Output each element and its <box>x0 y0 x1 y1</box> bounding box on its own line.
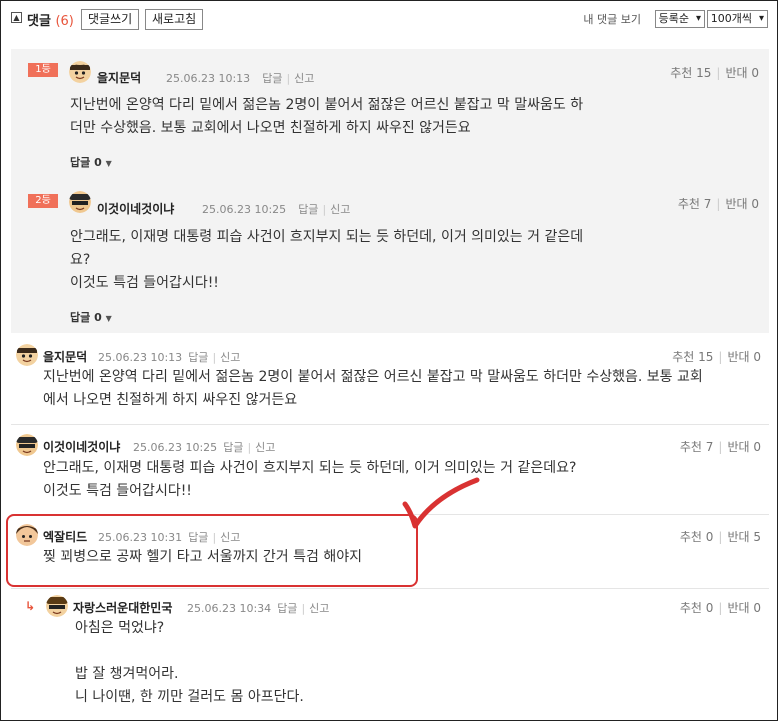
upvote-button[interactable]: 추천 7 <box>680 440 714 454</box>
avatar <box>46 595 68 617</box>
comment-datetime: 25.06.23 10:13 <box>166 72 251 85</box>
downvote-button[interactable]: 반대 5 <box>727 530 761 544</box>
report-link[interactable]: 신고 <box>294 72 314 85</box>
comment-datetime: 25.06.23 10:34 <box>187 602 272 615</box>
reply-link[interactable]: 답글 <box>298 203 318 216</box>
downvote-button[interactable]: 반대 0 <box>725 66 759 80</box>
my-comments-link[interactable]: 내 댓글 보기 <box>583 11 641 27</box>
comment-body: 지난번에 온양역 다리 밑에서 젊은놈 2명이 붙어서 젊잖은 어르신 붙잡고 … <box>70 94 583 140</box>
downvote-button[interactable]: 반대 0 <box>727 350 761 364</box>
comment-meta: 25.06.23 10:25 답글 | 신고 <box>202 203 351 216</box>
comment-count: (6) <box>55 14 74 29</box>
reply-link[interactable]: 답글 <box>223 441 243 454</box>
comment-line: 더만 수상했음. 보통 교회에서 나오면 친절하게 하지 싸우진 않거든요 <box>70 120 471 136</box>
vote-info: 추천 0 | 반대 5 <box>679 530 761 544</box>
comment-author[interactable]: 자랑스러운대한민국 <box>73 599 172 616</box>
upvote-button[interactable]: 추천 7 <box>678 197 712 211</box>
comment-line: 이것도 특검 들어갑시다!! <box>70 275 219 291</box>
comment-body: 아침은 먹었냐? 밥 잘 챙겨먹어라. 니 나이땐, 한 끼만 걸러도 몸 아프… <box>75 617 304 709</box>
reply-count: 답글 0 <box>70 311 102 324</box>
divider <box>11 588 769 589</box>
comment-body: 안그래도, 이재명 대통령 피습 사건이 흐지부지 되는 듯 하던데, 이거 의… <box>43 457 576 503</box>
comment-author[interactable]: 이것이네것이냐 <box>97 200 174 217</box>
vote-info: 추천 0 | 반대 0 <box>679 601 761 615</box>
downvote-button[interactable]: 반대 0 <box>727 440 761 454</box>
report-link[interactable]: 신고 <box>220 351 240 364</box>
checkmark-icon <box>402 477 480 529</box>
avatar <box>16 434 38 456</box>
comment-body: 안그래도, 이재명 대통령 피습 사건이 흐지부지 되는 듯 하던데, 이거 의… <box>70 226 583 295</box>
vote-info: 추천 7 | 반대 0 <box>679 440 761 454</box>
best-comments: 1등 을지문덕 25.06.23 10:13 답글 | 신고 추천 15 | 반대 0 지… <box>11 49 769 333</box>
comment-line: 안그래도, 이재명 대통령 피습 사건이 흐지부지 되는 듯 하던데, 이거 의… <box>70 229 584 245</box>
avatar <box>69 61 91 83</box>
report-link[interactable]: 신고 <box>309 602 329 615</box>
reply-toggle[interactable]: 답글 0 ▼ <box>70 154 112 170</box>
reply-link[interactable]: 답글 <box>262 72 282 85</box>
comment-author[interactable]: 을지문덕 <box>97 69 141 86</box>
comment-line <box>75 640 304 663</box>
comment-line: 안그래도, 이재명 대통령 피습 사건이 흐지부지 되는 듯 하던데, 이거 의… <box>43 460 577 476</box>
avatar <box>16 344 38 366</box>
downvote-button[interactable]: 반대 0 <box>725 197 759 211</box>
write-comment-button[interactable]: 댓글쓰기 <box>81 9 140 30</box>
reply-arrow-icon: ↳ <box>25 599 36 613</box>
avatar <box>69 191 91 213</box>
downvote-button[interactable]: 반대 0 <box>727 601 761 615</box>
per-page-select[interactable]: 100개씩 <box>706 10 768 28</box>
comment-meta: 25.06.23 10:25 답글 | 신고 <box>133 441 276 454</box>
title-text: 댓글 <box>27 14 51 29</box>
comment-line: 이것도 특검 들어갑시다!! <box>43 483 192 499</box>
upvote-button[interactable]: 추천 15 <box>672 350 713 364</box>
rank-badge: 1등 <box>28 63 58 77</box>
comment-datetime: 25.06.23 10:25 <box>202 203 287 216</box>
comment-title: 댓글 (6) <box>27 10 74 29</box>
comment-meta: 25.06.23 10:13 답글 | 신고 <box>98 351 241 364</box>
comment-line: 지난번에 온양역 다리 밑에서 젊은놈 2명이 붙어서 젊잖은 어르신 붙잡고 … <box>43 369 703 385</box>
report-link[interactable]: 신고 <box>255 441 275 454</box>
comment-datetime: 25.06.23 10:13 <box>98 351 183 364</box>
divider <box>11 424 769 425</box>
reply-link[interactable]: 답글 <box>188 351 208 364</box>
upvote-button[interactable]: 추천 0 <box>680 601 714 615</box>
refresh-button[interactable]: 새로고침 <box>145 9 204 30</box>
upvote-button[interactable]: 추천 15 <box>670 66 711 80</box>
comment-datetime: 25.06.23 10:25 <box>133 441 218 454</box>
vote-info: 추천 15 | 반대 0 <box>672 350 761 364</box>
vote-info: 추천 15 | 반대 0 <box>670 66 759 80</box>
comment-meta: 25.06.23 10:34 답글 | 신고 <box>187 602 330 615</box>
reply-link[interactable]: 답글 <box>277 602 297 615</box>
highlight-box <box>6 514 418 587</box>
reply-count: 답글 0 <box>70 156 102 169</box>
comment-line: 아침은 먹었냐? <box>75 620 165 636</box>
comment-line: 지난번에 온양역 다리 밑에서 젊은놈 2명이 붙어서 젊잖은 어르신 붙잡고 … <box>70 97 584 113</box>
comment-line: 니 나이땐, 한 끼만 걸러도 몸 아프단다. <box>75 689 304 705</box>
comment-author[interactable]: 을지문덕 <box>43 348 87 365</box>
reply-toggle[interactable]: 답글 0 ▼ <box>70 309 112 325</box>
report-link[interactable]: 신고 <box>330 203 350 216</box>
upvote-button[interactable]: 추천 0 <box>680 530 714 544</box>
comment-section: ▲ 댓글 (6) 댓글쓰기 새로고침 내 댓글 보기 등록순 100개씩 1등 … <box>0 0 778 721</box>
comment-line: 에서 나오면 친절하게 하지 싸우진 않거든요 <box>43 392 298 408</box>
comment-line: 요? <box>70 252 91 268</box>
vote-info: 추천 7 | 반대 0 <box>677 197 759 211</box>
rank-badge: 2등 <box>28 194 58 208</box>
comment-author[interactable]: 이것이네것이냐 <box>43 438 120 455</box>
comment-line: 밥 잘 챙겨먹어라. <box>75 666 179 682</box>
comment-header: ▲ 댓글 (6) 댓글쓰기 새로고침 내 댓글 보기 등록순 100개씩 <box>9 9 769 31</box>
collapse-icon[interactable]: ▲ <box>11 12 22 23</box>
comment-body: 지난번에 온양역 다리 밑에서 젊은놈 2명이 붙어서 젊잖은 어르신 붙잡고 … <box>43 366 703 412</box>
comment-meta: 25.06.23 10:13 답글 | 신고 <box>166 72 315 85</box>
sort-select[interactable]: 등록순 <box>654 10 705 28</box>
